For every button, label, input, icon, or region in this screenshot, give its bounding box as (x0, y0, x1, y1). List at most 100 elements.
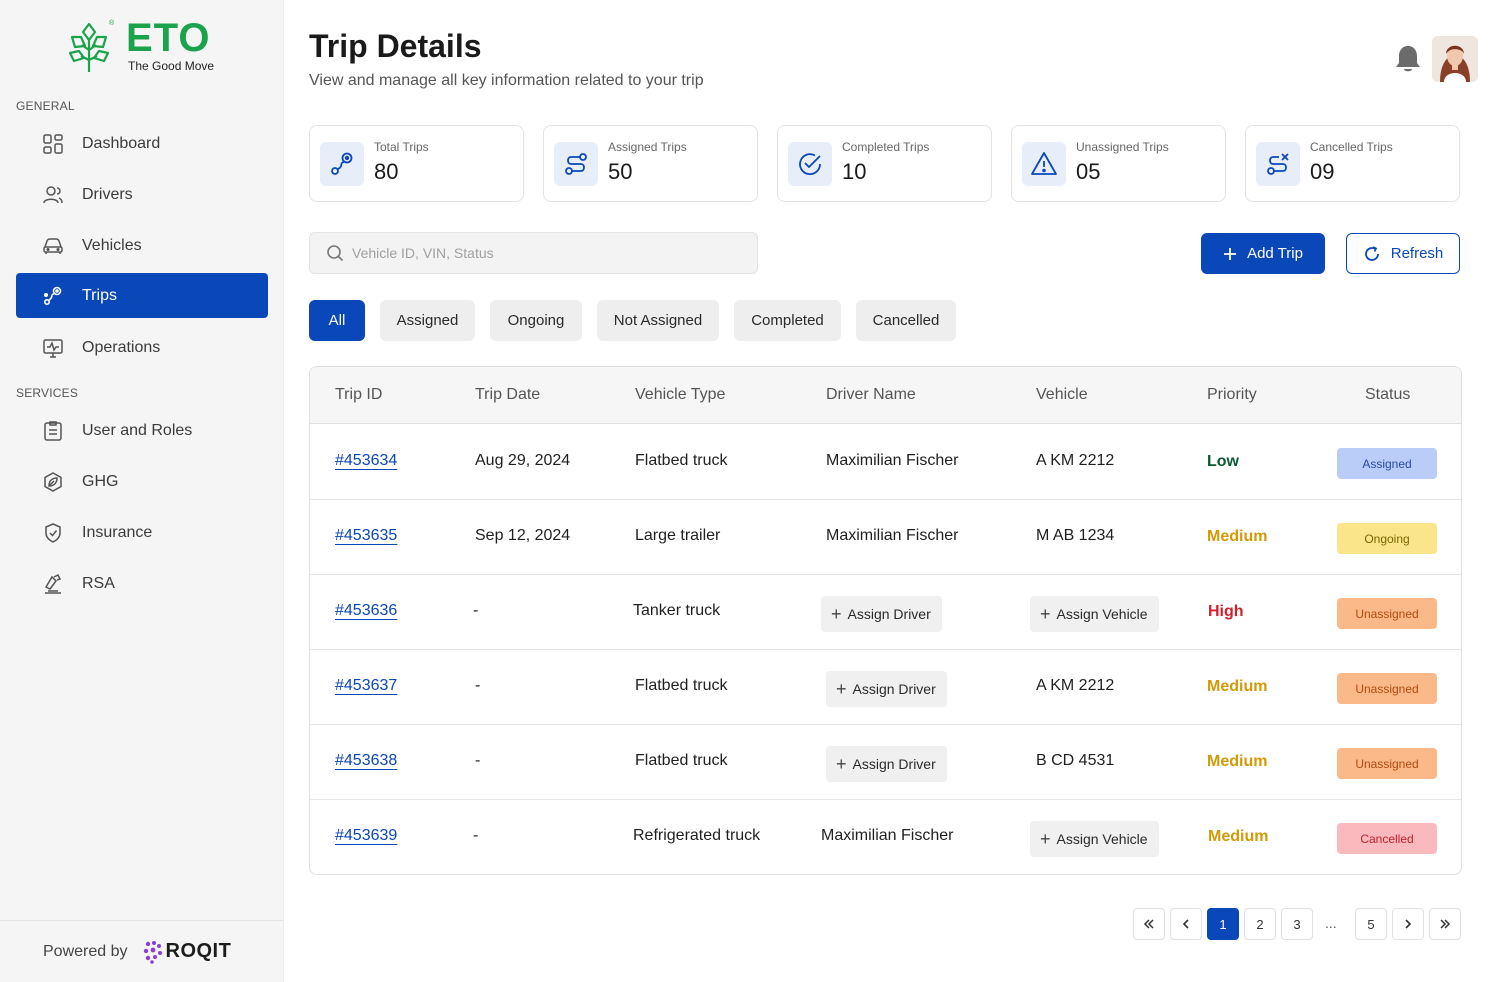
column-header[interactable]: Trip Date (475, 386, 540, 404)
assign-driver-button[interactable]: + Assign Driver (821, 596, 942, 632)
vehicle-type: Refrigerated truck (633, 827, 761, 844)
notification-bell-icon[interactable] (1394, 44, 1422, 74)
registered-mark: ® (109, 20, 115, 27)
stat-card-unassigned-trips: Unassigned Trips 05 (1011, 125, 1226, 202)
sidebar-item-label: Insurance (82, 523, 153, 541)
stat-label: Completed Trips (842, 140, 930, 154)
trip-id-link[interactable]: #453635 (335, 527, 397, 545)
sidebar-item-vehicles[interactable]: Vehicles (16, 223, 268, 268)
column-header[interactable]: Trip ID (335, 386, 382, 404)
column-header[interactable]: Vehicle (1036, 386, 1088, 404)
driver-name: Maximilian Fischer (826, 527, 959, 544)
assign-vehicle-button[interactable]: + Assign Vehicle (1030, 596, 1159, 632)
priority-label: Low (1207, 453, 1239, 470)
first-page-button[interactable] (1133, 908, 1165, 940)
trip-id-link[interactable]: #453634 (335, 452, 397, 470)
trip-id-link[interactable]: #453636 (335, 602, 397, 620)
drivers-icon (42, 184, 64, 206)
vehicle-type: Flatbed truck (635, 452, 728, 469)
dashboard-icon (42, 133, 64, 155)
next-page-button[interactable] (1392, 908, 1424, 940)
column-header[interactable]: Vehicle Type (635, 386, 725, 404)
trip-date: Aug 29, 2024 (475, 452, 571, 469)
trips-icon (42, 285, 64, 307)
filter-tab-assigned[interactable]: Assigned (380, 300, 475, 341)
trip-date: - (475, 677, 481, 694)
sidebar-item-label: Operations (82, 338, 161, 356)
vehicle-icon (42, 235, 64, 257)
filter-tab-ongoing[interactable]: Ongoing (490, 300, 582, 341)
trip-id-link[interactable]: #453637 (335, 677, 397, 695)
table-row: #453639 - Refrigerated truck Maximilian … (310, 800, 1461, 874)
status-badge: Unassigned (1337, 598, 1437, 629)
priority-label: Medium (1207, 528, 1268, 545)
sidebar-item-rsa[interactable]: RSA (16, 561, 268, 606)
brand-name: ETO (126, 16, 211, 60)
stat-label: Assigned Trips (608, 140, 687, 154)
trip-id-link[interactable]: #453638 (335, 752, 397, 770)
stat-value: 50 (608, 159, 633, 184)
trip-date: Sep 12, 2024 (475, 527, 571, 544)
refresh-icon (1363, 245, 1381, 263)
sidebar-item-trips[interactable]: Trips (16, 273, 268, 318)
search-input[interactable] (352, 245, 732, 261)
sidebar-item-label: User and Roles (82, 421, 193, 439)
refresh-button[interactable]: Refresh (1346, 233, 1460, 274)
assign-vehicle-button[interactable]: + Assign Vehicle (1030, 821, 1159, 857)
trip-date: - (473, 602, 479, 619)
stat-label: Total Trips (374, 140, 429, 154)
sidebar-item-drivers[interactable]: Drivers (16, 172, 268, 217)
check-circle-icon (788, 142, 832, 186)
assign-vehicle-label: Assign Vehicle (1056, 831, 1148, 847)
chevron-double-left-icon (1143, 919, 1154, 929)
pagination-ellipsis: ... (1325, 915, 1337, 931)
page-button-5[interactable]: 5 (1355, 908, 1387, 940)
sidebar-item-label: Drivers (82, 185, 133, 203)
vehicle-plate: M AB 1234 (1036, 527, 1115, 544)
page-button-1[interactable]: 1 (1207, 908, 1239, 940)
sidebar-item-label: Trips (82, 286, 117, 304)
operations-icon (42, 337, 64, 359)
page-button-2[interactable]: 2 (1244, 908, 1276, 940)
previous-page-button[interactable] (1170, 908, 1202, 940)
vehicle-plate: B CD 4531 (1036, 752, 1115, 769)
plus-icon: + (831, 604, 842, 624)
user-avatar[interactable] (1432, 36, 1478, 82)
sidebar-item-label: Dashboard (82, 134, 161, 152)
brand-logo[interactable]: ® ETO The Good Move (62, 16, 232, 78)
partner-name: ROQIT (165, 940, 232, 962)
sidebar-item-operations[interactable]: Operations (16, 325, 268, 370)
priority-label: Medium (1207, 678, 1268, 695)
sidebar-item-insurance[interactable]: Insurance (16, 510, 268, 555)
add-trip-button[interactable]: Add Trip (1201, 233, 1325, 274)
sidebar-item-ghg[interactable]: GHG (16, 459, 268, 504)
roqit-logo[interactable]: ROQIT (142, 940, 232, 964)
assign-driver-button[interactable]: + Assign Driver (826, 671, 947, 707)
column-header[interactable]: Status (1365, 386, 1410, 404)
filter-tab-all[interactable]: All (309, 300, 365, 341)
trip-id-link[interactable]: #453639 (335, 827, 397, 845)
assign-driver-label: Assign Driver (852, 681, 936, 697)
page-button-3[interactable]: 3 (1281, 908, 1313, 940)
general-section-label: GENERAL (16, 99, 75, 113)
assign-driver-label: Assign Driver (852, 756, 936, 772)
table-row: #453638 - Flatbed truck + Assign Driver … (310, 725, 1461, 800)
sidebar-item-user-and-roles[interactable]: User and Roles (16, 408, 268, 453)
table-header: Trip ID Trip Date Vehicle Type Driver Na… (310, 367, 1461, 424)
sidebar-item-dashboard[interactable]: Dashboard (16, 121, 268, 166)
assign-driver-button[interactable]: + Assign Driver (826, 746, 947, 782)
filter-tab-completed[interactable]: Completed (734, 300, 841, 341)
roqit-mark-icon (143, 940, 162, 964)
stat-value: 05 (1076, 159, 1101, 184)
warning-icon (1022, 142, 1066, 186)
sidebar: ® ETO The Good Move GENERAL Dashboard Dr… (0, 0, 284, 982)
status-badge: Assigned (1337, 448, 1437, 479)
trip-date: - (473, 827, 479, 844)
search-icon (327, 245, 344, 262)
column-header[interactable]: Driver Name (826, 386, 916, 404)
column-header[interactable]: Priority (1207, 386, 1257, 404)
powered-by-text: Powered by (43, 942, 128, 960)
filter-tab-cancelled[interactable]: Cancelled (856, 300, 956, 341)
filter-tab-not-assigned[interactable]: Not Assigned (597, 300, 719, 341)
last-page-button[interactable] (1429, 908, 1461, 940)
